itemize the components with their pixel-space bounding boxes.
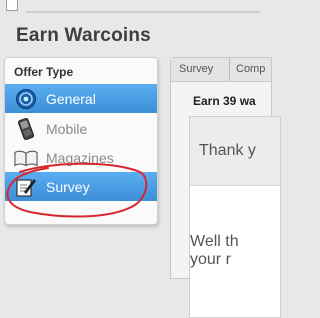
earn-title: Earn 39 wa — [193, 94, 256, 108]
breadcrumb: Survey Comp — [171, 58, 271, 82]
sidebar-item-label: Survey — [46, 178, 90, 195]
thank-you-text: Thank y — [199, 142, 256, 159]
tab-survey[interactable]: Survey — [173, 58, 230, 81]
tab-comp[interactable]: Comp — [230, 58, 265, 81]
sidebar-item-magazines[interactable]: Magazines — [5, 143, 157, 172]
survey-box: Thank y — [189, 116, 281, 318]
sidebar-item-label: Magazines — [46, 149, 114, 166]
offer-type-sidebar: Offer Type General Mobile Magazines Surv… — [4, 57, 158, 225]
globe-icon — [14, 87, 38, 111]
body-text: Well th — [190, 233, 239, 250]
sidebar-item-mobile[interactable]: Mobile — [5, 114, 157, 143]
sidebar-item-label: Mobile — [46, 120, 88, 137]
sidebar-item-label: General — [46, 90, 96, 107]
mobile-phone-icon — [14, 117, 38, 141]
sidebar-item-general[interactable]: General — [5, 84, 157, 113]
content-panel: Survey Comp Earn 39 wa Thank y Well th y… — [170, 57, 281, 318]
survey-pen-icon — [14, 175, 38, 199]
survey-box-header: Thank y — [190, 117, 280, 186]
open-book-icon — [14, 146, 38, 170]
sidebar-header: Offer Type — [14, 65, 74, 79]
checkbox-fragment[interactable] — [6, 0, 18, 11]
divider — [26, 11, 260, 13]
sidebar-item-survey[interactable]: Survey — [5, 172, 157, 201]
page-title: Earn Warcoins — [16, 25, 151, 46]
body-text: your r — [190, 251, 231, 268]
